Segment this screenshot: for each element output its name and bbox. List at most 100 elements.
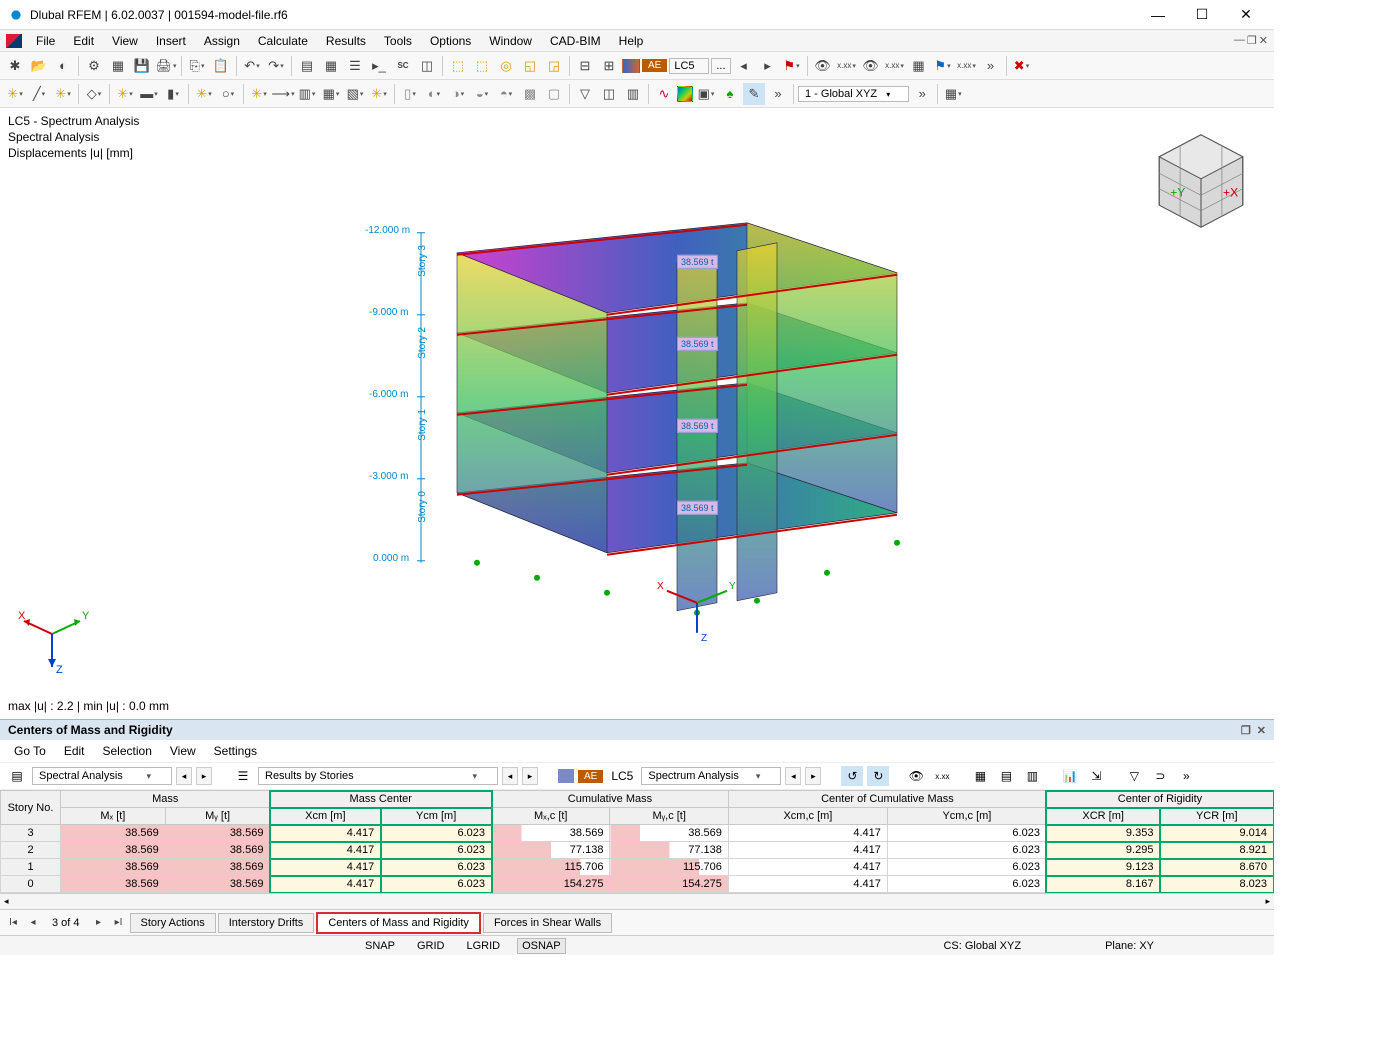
print-icon[interactable]: 🖨 — [155, 55, 177, 77]
contour-icon[interactable] — [677, 86, 693, 102]
link2-icon[interactable]: ↻ — [867, 766, 889, 786]
panel-menu-view[interactable]: View — [162, 742, 204, 760]
minimize-button[interactable]: — — [1138, 1, 1178, 29]
loadcase-input[interactable]: LC5 — [669, 58, 709, 74]
revolve-icon[interactable]: ◐ — [423, 83, 445, 105]
script-icon[interactable]: SC — [392, 55, 414, 77]
panel-menu-settings[interactable]: Settings — [206, 742, 265, 760]
coord-system-select[interactable]: 1 - Global XYZ ▾ — [798, 86, 909, 102]
redo-icon[interactable]: ↷ — [265, 55, 287, 77]
plugin-icon[interactable]: ◫ — [416, 55, 438, 77]
col-mx[interactable]: Mₓ [t] — [61, 808, 166, 825]
save-icon[interactable]: 💾 — [131, 55, 153, 77]
diagram-icon[interactable]: ∿ — [653, 83, 675, 105]
section-icon[interactable]: ▥ — [622, 83, 644, 105]
distribute-icon[interactable]: ⊞ — [598, 55, 620, 77]
line-icon[interactable]: ╱ — [28, 83, 50, 105]
lc-next-icon[interactable]: ▸ — [757, 55, 779, 77]
menu-window[interactable]: Window — [481, 32, 540, 50]
new-icon[interactable]: ✱ — [4, 55, 26, 77]
grid2-icon[interactable]: ▤ — [995, 766, 1017, 786]
open-icon[interactable]: 📂 — [28, 55, 50, 77]
mdi-minimize-icon[interactable]: — — [1234, 34, 1245, 47]
list-icon[interactable]: ☰ — [344, 55, 366, 77]
menu-options[interactable]: Options — [422, 32, 479, 50]
hinge-icon[interactable]: ○ — [217, 83, 239, 105]
grid-icon[interactable]: ▦ — [320, 55, 342, 77]
chart-icon[interactable]: 📊 — [1059, 766, 1081, 786]
ae-badge[interactable]: AE — [642, 59, 667, 72]
member-icon[interactable]: ✳ — [114, 83, 136, 105]
solid-icon[interactable]: ▢ — [543, 83, 565, 105]
sweep-icon[interactable]: ◑ — [447, 83, 469, 105]
panel-close-icon[interactable]: ✕ — [1257, 724, 1266, 737]
view-xxx2-icon[interactable]: x.xx — [884, 55, 906, 77]
select-icon[interactable]: ⬚ — [447, 55, 469, 77]
table-row[interactable]: 238.56938.5694.4176.02377.13877.1384.417… — [1, 842, 1274, 859]
status-lgrid[interactable]: LGRID — [461, 938, 505, 954]
probe-icon[interactable]: ✎ — [743, 83, 765, 105]
menu-view[interactable]: View — [104, 32, 146, 50]
view-xxx3-icon[interactable]: x.xx — [956, 55, 978, 77]
results-mode-select[interactable]: Results by Stories▾ — [258, 767, 498, 785]
color-swatch-icon[interactable] — [622, 59, 640, 73]
menu-results[interactable]: Results — [318, 32, 374, 50]
cube-icon[interactable]: ▦ — [908, 55, 930, 77]
status-grid[interactable]: GRID — [412, 938, 450, 954]
overflow4-icon[interactable]: » — [1175, 766, 1197, 786]
clip-icon[interactable]: ◫ — [598, 83, 620, 105]
menu-tools[interactable]: Tools — [376, 32, 420, 50]
magnet-icon[interactable]: ⊃ — [1149, 766, 1171, 786]
tab-prev-icon[interactable]: ◂ — [24, 914, 42, 932]
col-ycm[interactable]: Ycm [m] — [381, 808, 492, 825]
col-ycc[interactable]: Ycm,c [m] — [887, 808, 1046, 825]
col-xcm[interactable]: Xcm [m] — [270, 808, 381, 825]
status-osnap[interactable]: OSNAP — [517, 938, 566, 954]
col-ycr[interactable]: YCR [m] — [1160, 808, 1274, 825]
menu-assign[interactable]: Assign — [196, 32, 248, 50]
mdi-close-icon[interactable]: ✕ — [1259, 34, 1268, 47]
menu-insert[interactable]: Insert — [148, 32, 194, 50]
funnel-icon[interactable]: ▽ — [1123, 766, 1145, 786]
node-icon[interactable]: ✳ — [4, 83, 26, 105]
filter-icon[interactable]: ▽ — [574, 83, 596, 105]
select-prev-icon[interactable]: ◱ — [519, 55, 541, 77]
tab-interstory-drifts[interactable]: Interstory Drifts — [218, 913, 315, 933]
table-icon[interactable]: ▤ — [296, 55, 318, 77]
flag2-icon[interactable]: ⚑ — [932, 55, 954, 77]
analysis-select[interactable]: Spectral Analysis▾ — [32, 767, 172, 785]
tab-first-icon[interactable]: I◂ — [4, 914, 22, 932]
panel-menu-selection[interactable]: Selection — [95, 742, 160, 760]
cloud-icon[interactable]: ◐ — [52, 55, 74, 77]
status-cs[interactable]: CS: Global XYZ — [943, 940, 1021, 952]
spline-icon[interactable]: ✳ — [52, 83, 74, 105]
copy-icon[interactable]: ⎘ — [186, 55, 208, 77]
lc-prev-icon[interactable]: ◂ — [733, 55, 755, 77]
analysis-next[interactable]: ▸ — [196, 767, 212, 785]
panel-undock-icon[interactable]: ❐ — [1241, 724, 1251, 737]
grid1-icon[interactable]: ▦ — [969, 766, 991, 786]
overflow2-icon[interactable]: » — [767, 83, 789, 105]
mesh-icon[interactable]: ▩ — [519, 83, 541, 105]
select-filter-icon[interactable]: ◲ — [543, 55, 565, 77]
status-plane[interactable]: Plane: XY — [1105, 940, 1154, 952]
undo-icon[interactable]: ↶ — [241, 55, 263, 77]
close-button[interactable]: ✕ — [1226, 1, 1266, 29]
tab-next-icon[interactable]: ▸ — [90, 914, 108, 932]
load-solid-icon[interactable]: ▦ — [320, 83, 342, 105]
menu-edit[interactable]: Edit — [65, 32, 102, 50]
analysis-prev[interactable]: ◂ — [176, 767, 192, 785]
animate-icon[interactable]: ♠ — [719, 83, 741, 105]
panel-menu-goto[interactable]: Go To — [6, 742, 54, 760]
iso-icon[interactable]: ▣ — [695, 83, 717, 105]
table-row[interactable]: 338.56938.5694.4176.02338.56938.5694.417… — [1, 825, 1274, 842]
viewport-3d[interactable]: LC5 - Spectrum Analysis Spectral Analysi… — [0, 108, 1274, 719]
status-snap[interactable]: SNAP — [360, 938, 400, 954]
navcube-icon[interactable]: +X +Y — [1146, 126, 1256, 236]
loadcase-select[interactable]: Spectrum Analysis▾ — [641, 767, 781, 785]
link-icon[interactable]: ↺ — [841, 766, 863, 786]
table-row[interactable]: 038.56938.5694.4176.023154.275154.2754.4… — [1, 876, 1274, 893]
load-temp-icon[interactable]: ▧ — [344, 83, 366, 105]
panel-icon1[interactable]: ▤ — [6, 766, 28, 786]
extrude-icon[interactable]: ▯ — [399, 83, 421, 105]
